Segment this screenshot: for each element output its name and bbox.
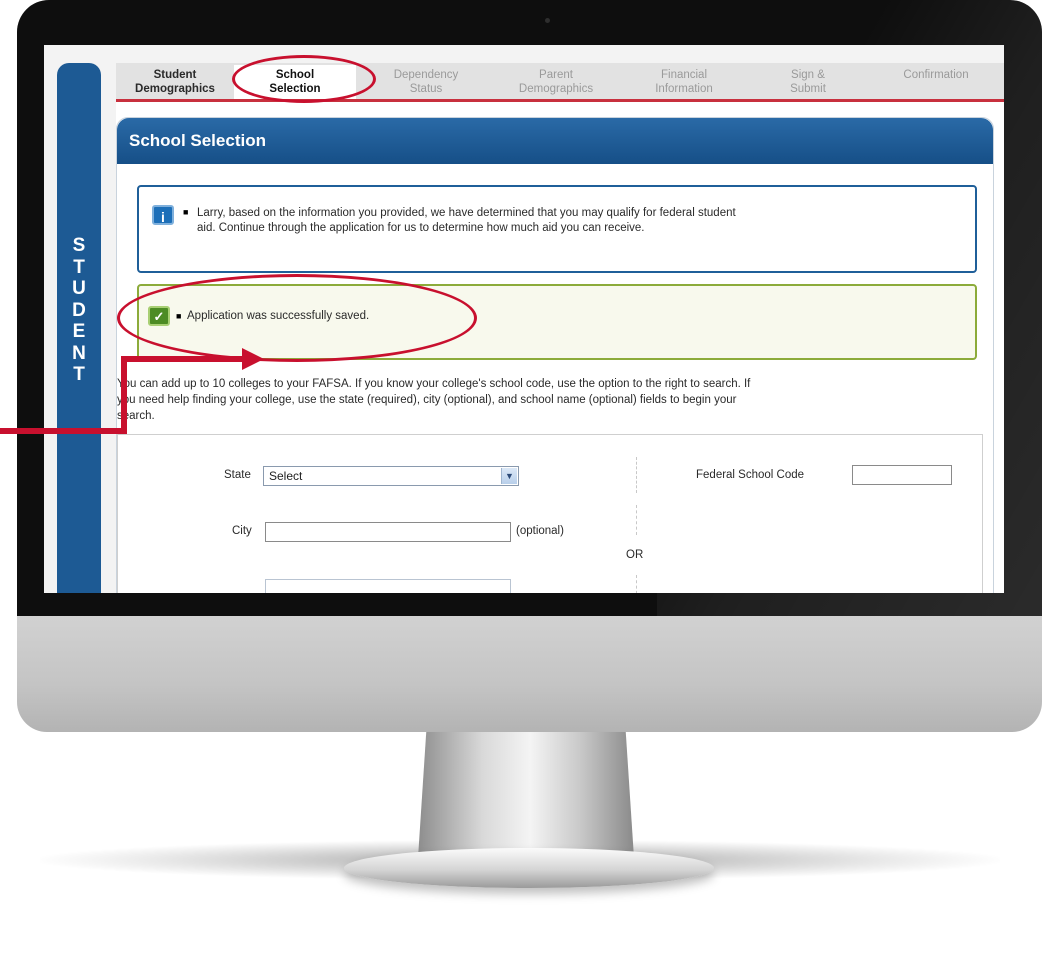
tab-label: Financial <box>660 69 708 81</box>
tab-label: Student <box>153 69 197 81</box>
school-name-input[interactable] <box>265 579 511 593</box>
state-label: State <box>224 469 251 481</box>
arrow-line-horizontal-low <box>0 428 126 434</box>
school-search-form: State Select ▼ City (optional) OR Federa… <box>117 434 983 593</box>
divider-top <box>636 457 637 493</box>
monitor-chin <box>17 614 1042 732</box>
student-sidebar: S T U D E N T <box>57 63 101 593</box>
student-letter: T <box>73 256 85 278</box>
tab-highlight-circle <box>232 55 376 103</box>
info-message-text: Larry, based on the information you prov… <box>197 206 937 236</box>
monitor-stand-neck <box>418 726 634 858</box>
student-letter: N <box>72 342 86 364</box>
panel-header: School Selection <box>117 118 993 164</box>
tab-label: Sign & <box>791 69 825 81</box>
instructions-line: you need help finding your college, use … <box>117 394 737 406</box>
optional-note: (optional) <box>516 525 564 537</box>
state-select-value: Select <box>269 469 303 483</box>
federal-school-code-label: Federal School Code <box>696 469 805 481</box>
tab-label: Demographics <box>518 83 594 95</box>
tab-label: Information <box>655 83 713 95</box>
camera-icon <box>545 18 550 23</box>
tab-financial-information[interactable]: Financial Information <box>624 65 744 99</box>
tab-confirmation[interactable]: Confirmation <box>876 65 996 99</box>
divider-middle <box>636 505 637 535</box>
info-message-box: i ■ Larry, based on the information you … <box>137 185 977 273</box>
arrow-line-horizontal-high <box>121 356 245 362</box>
arrow-line-vertical <box>121 357 127 434</box>
instructions-line: search. <box>117 410 155 422</box>
student-letter: T <box>73 364 85 385</box>
tab-label: Dependency <box>393 69 459 81</box>
tab-label: Parent <box>539 69 573 81</box>
school-search-instructions: You can add up to 10 colleges to your FA… <box>117 376 977 424</box>
tab-sign-submit[interactable]: Sign & Submit <box>758 65 858 99</box>
student-letter: D <box>72 299 86 321</box>
divider-bottom <box>636 575 637 593</box>
info-icon: i <box>152 205 174 225</box>
bullet-icon: ■ <box>183 207 189 217</box>
tab-label: Status <box>409 83 443 95</box>
student-vertical-label: S T U D E N T <box>57 235 101 386</box>
info-message-line: Larry, based on the information you prov… <box>197 207 736 219</box>
city-input[interactable] <box>265 522 511 542</box>
student-letter: S <box>72 235 86 256</box>
tab-student-demographics[interactable]: Student Demographics <box>120 65 230 99</box>
tab-label: Demographics <box>135 83 215 95</box>
tab-label: Submit <box>790 83 826 95</box>
message-highlight-circle <box>117 274 477 362</box>
federal-school-code-input[interactable] <box>852 465 952 485</box>
state-select[interactable]: Select ▼ <box>263 466 519 486</box>
panel-title: School Selection <box>129 131 266 150</box>
tab-dependency-status[interactable]: Dependency Status <box>366 65 486 99</box>
info-message-line: aid. Continue through the application fo… <box>197 222 645 234</box>
tab-label: Confirmation <box>903 69 969 81</box>
chevron-down-icon[interactable]: ▼ <box>501 468 517 484</box>
student-letter: U <box>72 278 86 299</box>
student-letter: E <box>72 321 86 342</box>
or-label: OR <box>626 549 644 561</box>
tab-parent-demographics[interactable]: Parent Demographics <box>496 65 616 99</box>
arrow-head-icon <box>242 348 264 370</box>
monitor-stand-base <box>344 848 714 888</box>
instructions-line: You can add up to 10 colleges to your FA… <box>117 378 751 390</box>
city-label: City <box>232 525 252 537</box>
